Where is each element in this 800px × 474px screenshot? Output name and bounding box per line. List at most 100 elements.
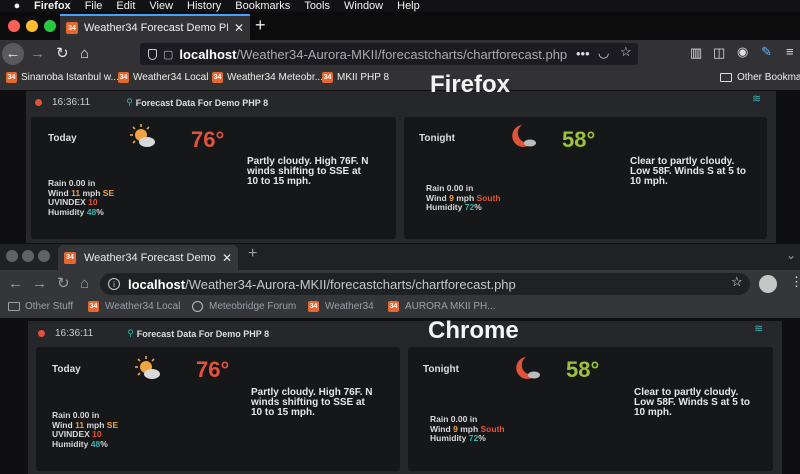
reload-icon[interactable]: ↻	[56, 40, 69, 68]
zoom-window-icon[interactable]	[38, 250, 50, 262]
bookmark-item[interactable]: 34 AURORA MKII PH...	[388, 301, 496, 312]
firefox-url-bar[interactable]: ▢ localhost/Weather34-Aurora-MKII/foreca…	[140, 43, 638, 65]
profile-avatar-icon[interactable]	[759, 275, 777, 293]
folder-icon	[8, 302, 20, 311]
url-path: /Weather34-Aurora-MKII/forecastcharts/ch…	[185, 276, 516, 292]
clear-night-moon-icon	[508, 123, 538, 156]
close-window-icon[interactable]	[6, 250, 18, 262]
today-rain: 0.00 in	[68, 178, 96, 188]
menu-view[interactable]: View	[149, 0, 173, 12]
globe-icon	[192, 301, 203, 312]
menu-help[interactable]: Help	[397, 0, 420, 12]
page-actions-icon[interactable]: •••	[576, 46, 590, 61]
weather34-favicon-icon: 34	[66, 22, 78, 34]
menu-edit[interactable]: Edit	[116, 0, 135, 12]
menu-history[interactable]: History	[187, 0, 221, 12]
bookmark-star-icon[interactable]: ☆	[620, 44, 632, 60]
new-tab-icon[interactable]: +	[255, 15, 266, 36]
tonight-description: Clear to partly cloudy. Low 58F. Winds S…	[634, 387, 751, 418]
firefox-label: Firefox	[430, 71, 511, 98]
today-label: Today	[52, 364, 81, 375]
bookmark-item[interactable]: 34 Weather34 Meteobr...	[212, 72, 323, 83]
tonight-humidity: 72	[468, 433, 479, 443]
minimize-window-icon[interactable]	[26, 20, 38, 32]
apple-menu-icon[interactable]: ●	[0, 0, 34, 12]
zoom-window-icon[interactable]	[44, 20, 56, 32]
shield-icon[interactable]	[148, 48, 157, 60]
weather34-favicon-icon: 34	[64, 251, 76, 264]
bookmark-item[interactable]: 34 Sinanoba Istanbul w...	[6, 72, 119, 83]
chrome-tab-active[interactable]: 34 Weather34 Forecast Demo PH ✕	[58, 245, 238, 270]
account-icon[interactable]: ◉	[737, 44, 748, 60]
partly-cloudy-day-icon	[134, 355, 162, 388]
current-time: 16:36:11	[52, 97, 91, 108]
menu-bookmarks[interactable]: Bookmarks	[235, 0, 290, 12]
minimize-window-icon[interactable]	[22, 250, 34, 262]
chrome-menu-icon[interactable]: ⋮	[790, 274, 800, 290]
tab-search-icon[interactable]: ⌄	[786, 248, 796, 262]
page-info-icon[interactable]: ▢	[163, 48, 173, 61]
menu-file[interactable]: File	[85, 0, 103, 12]
today-temperature: 76°	[196, 357, 230, 382]
library-icon[interactable]: ▥	[690, 45, 702, 61]
today-uv-index: 10	[92, 429, 102, 439]
bookmark-item[interactable]: 34 Weather34 Local	[88, 301, 180, 312]
menu-window[interactable]: Window	[344, 0, 383, 12]
back-icon[interactable]: ←	[8, 270, 23, 298]
tonight-wind-speed: 9	[453, 423, 458, 434]
bookmark-item[interactable]: Meteobridge Forum	[192, 301, 296, 312]
bookmark-favicon-icon: 34	[322, 72, 333, 83]
bookmark-favicon-icon: 34	[118, 72, 129, 83]
extension-icon[interactable]: ✎	[761, 44, 772, 60]
today-rain: 0.00 in	[72, 410, 100, 420]
close-tab-icon[interactable]: ✕	[222, 251, 232, 265]
forward-icon[interactable]: →	[30, 40, 45, 68]
tonight-stats: Rain 0.00 in Wind 9 mph South Humidity 7…	[430, 414, 505, 443]
location-pin-icon: ⚲	[127, 328, 134, 338]
forecast-header: Forecast Data For Demo PHP 8	[135, 97, 269, 108]
bookmark-star-icon[interactable]: ☆	[731, 274, 743, 290]
other-bookmarks[interactable]: Other Bookmarks	[720, 72, 800, 83]
home-icon[interactable]: ⌂	[80, 40, 89, 68]
tonight-label: Tonight	[423, 364, 459, 375]
site-info-icon[interactable]: i	[108, 278, 120, 290]
forward-icon[interactable]: →	[32, 270, 47, 298]
new-tab-icon[interactable]: +	[248, 245, 257, 263]
home-icon[interactable]: ⌂	[80, 270, 89, 298]
today-wind-speed: 11	[71, 187, 81, 198]
reload-icon[interactable]: ↻	[57, 270, 70, 298]
today-humidity: 48	[90, 438, 101, 449]
chrome-omnibox[interactable]: i localhost/Weather34-Aurora-MKII/foreca…	[100, 273, 750, 295]
pocket-icon[interactable]: ◡	[598, 45, 609, 61]
bookmark-item[interactable]: 34 Weather34 Local	[118, 72, 208, 83]
firefox-tab-active[interactable]: 34 Weather34 Forecast Demo PHP ✕	[60, 14, 250, 40]
menu-tools[interactable]: Tools	[304, 0, 330, 12]
partly-cloudy-day-icon	[129, 123, 157, 156]
today-temperature: 76°	[191, 127, 225, 152]
today-wind-direction: SE	[102, 187, 115, 198]
bookmark-favicon-icon: 34	[308, 301, 319, 312]
menu-icon[interactable]: ≡	[786, 44, 794, 59]
location-pin-icon: ⚲	[126, 97, 133, 107]
wifi-icon: ≋	[752, 93, 762, 105]
today-card: Today 76° Partly cloudy. High 76F. N win…	[31, 117, 396, 239]
tonight-card: Tonight 58° Clear to partly cloudy. Low …	[408, 347, 773, 471]
firefox-weather-panel: 16:36:11 ⚲ Forecast Data For Demo PHP 8 …	[26, 91, 776, 243]
chrome-label: Chrome	[428, 317, 519, 344]
close-tab-icon[interactable]: ✕	[234, 21, 244, 35]
bookmark-folder[interactable]: Other Stuff	[8, 301, 73, 312]
tonight-stats: Rain 0.00 in Wind 9 mph South Humidity 7…	[426, 183, 501, 212]
tonight-rain: 0.00 in	[450, 414, 478, 424]
today-label: Today	[48, 133, 77, 144]
tonight-wind-direction: South	[480, 423, 505, 434]
url-path: /Weather34-Aurora-MKII/forecastcharts/ch…	[236, 46, 568, 62]
sidebar-icon[interactable]: ◫	[713, 45, 725, 61]
bookmark-item[interactable]: 34 Weather34	[308, 301, 374, 312]
bookmark-item[interactable]: 34 MKII PHP 8	[322, 72, 389, 83]
menu-app-name[interactable]: Firefox	[34, 0, 71, 12]
today-wind-speed: 11	[75, 419, 85, 430]
close-window-icon[interactable]	[8, 20, 20, 32]
tonight-description: Clear to partly cloudy. Low 58F. Winds S…	[630, 156, 747, 187]
forecast-header: Forecast Data For Demo PHP 8	[136, 328, 270, 339]
back-icon[interactable]: ←	[2, 43, 24, 65]
